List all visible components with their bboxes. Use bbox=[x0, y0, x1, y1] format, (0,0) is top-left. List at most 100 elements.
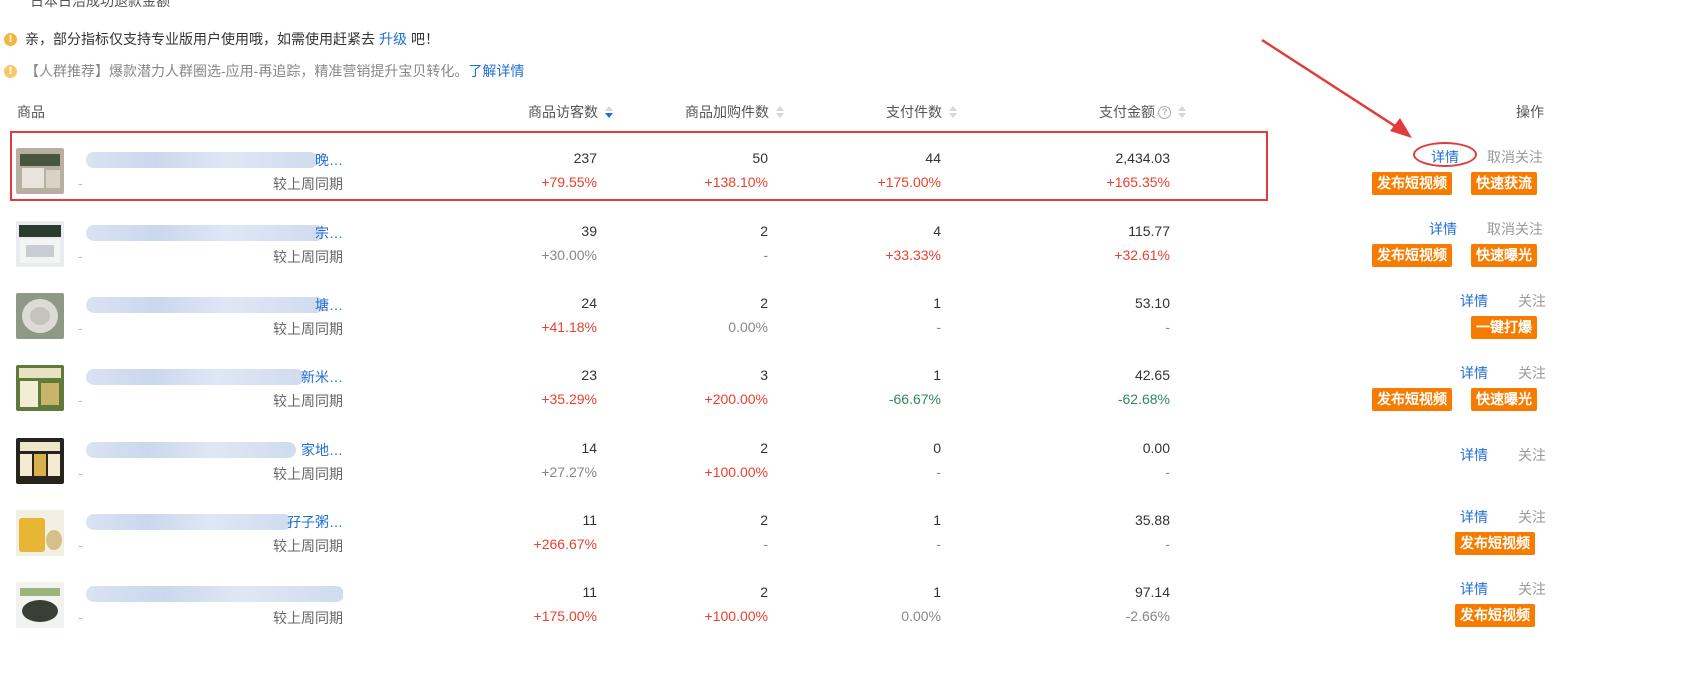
empty-value: - bbox=[78, 320, 83, 336]
section-title-cut: 日本日治成功退款金额 bbox=[30, 0, 170, 9]
upgrade-notice: ! 亲，部分指标仅支持专业版用户使用哦，如需使用赶紧去 升级 吧！ bbox=[4, 29, 439, 49]
paid-amount-change: - bbox=[1165, 464, 1170, 480]
paid-qty-value: 0 bbox=[933, 440, 941, 456]
paid-amount-change: +32.61% bbox=[1114, 247, 1170, 263]
paid-qty-change: +33.33% bbox=[885, 247, 941, 263]
paid-qty-change: 0.00% bbox=[901, 608, 941, 624]
detail-link[interactable]: 详情 bbox=[1460, 363, 1488, 383]
cart-value: 2 bbox=[760, 440, 768, 456]
cart-value: 2 bbox=[760, 295, 768, 311]
help-icon[interactable]: ? bbox=[1158, 105, 1171, 119]
product-thumbnail[interactable] bbox=[16, 438, 64, 484]
table-row: 孖子粥… - 较上周同期 11 +266.67% 2 - 1 - 35.88 -… bbox=[0, 498, 1701, 570]
product-name-link[interactable] bbox=[78, 584, 343, 604]
header-operations: 操作 bbox=[1516, 104, 1544, 120]
product-name-link[interactable]: 宗… bbox=[78, 223, 343, 243]
cart-change: 0.00% bbox=[728, 319, 768, 335]
quick-exposure-button[interactable]: 快速曝光 bbox=[1471, 388, 1537, 411]
publish-video-button[interactable]: 发布短视频 bbox=[1455, 604, 1535, 627]
visitors-value: 14 bbox=[581, 440, 597, 456]
header-cart[interactable]: 商品加购件数 bbox=[620, 103, 784, 121]
follow-link[interactable]: 关注 bbox=[1518, 507, 1546, 527]
table-row: 塘… - 较上周同期 24 +41.18% 2 0.00% 1 - 53.10 … bbox=[0, 281, 1701, 353]
publish-video-button[interactable]: 发布短视频 bbox=[1455, 532, 1535, 555]
detail-link[interactable]: 详情 bbox=[1429, 219, 1457, 239]
compare-label: 较上周同期 bbox=[273, 321, 343, 337]
paid-amount-change: - bbox=[1165, 319, 1170, 335]
publish-video-button[interactable]: 发布短视频 bbox=[1372, 172, 1452, 195]
paid-qty-value: 1 bbox=[933, 584, 941, 600]
follow-link[interactable]: 关注 bbox=[1518, 363, 1546, 383]
paid-qty-value: 1 bbox=[933, 367, 941, 383]
visitors-change: +27.27% bbox=[541, 464, 597, 480]
paid-amount-value: 42.65 bbox=[1134, 367, 1170, 383]
cart-value: 3 bbox=[760, 367, 768, 383]
header-paid-amount-label: 支付金额 bbox=[1099, 104, 1155, 120]
header-product: 商品 bbox=[17, 104, 45, 120]
compare-label: 较上周同期 bbox=[273, 538, 343, 554]
product-name-link[interactable]: 塘… bbox=[78, 295, 343, 315]
upgrade-notice-suffix: 吧！ bbox=[411, 31, 439, 47]
quick-exposure-button[interactable]: 快速曝光 bbox=[1471, 244, 1537, 267]
table-row: 新米… - 较上周同期 23 +35.29% 3 +200.00% 1 -66.… bbox=[0, 353, 1701, 425]
product-thumbnail[interactable] bbox=[16, 221, 64, 267]
product-name-link[interactable]: 家地… bbox=[78, 440, 343, 460]
cart-change: +100.00% bbox=[704, 608, 768, 624]
empty-value: - bbox=[78, 537, 83, 553]
quick-traffic-button[interactable]: 快速获流 bbox=[1471, 172, 1537, 195]
highlight-ellipse bbox=[1413, 142, 1477, 167]
empty-value: - bbox=[78, 392, 83, 408]
header-visitors[interactable]: 商品访客数 bbox=[440, 103, 613, 121]
detail-link[interactable]: 详情 bbox=[1460, 445, 1488, 465]
cart-change: - bbox=[763, 536, 768, 552]
visitors-change: +266.67% bbox=[533, 536, 597, 552]
detail-link[interactable]: 详情 bbox=[1460, 291, 1488, 311]
paid-amount-value: 35.88 bbox=[1134, 512, 1170, 528]
paid-amount-change: - bbox=[1165, 536, 1170, 552]
paid-qty-value: 4 bbox=[933, 223, 941, 239]
empty-value: - bbox=[78, 248, 83, 264]
visitors-value: 23 bbox=[581, 367, 597, 383]
publish-video-button[interactable]: 发布短视频 bbox=[1372, 244, 1452, 267]
paid-amount-value: 53.10 bbox=[1134, 295, 1170, 311]
compare-label: 较上周同期 bbox=[273, 393, 343, 409]
paid-qty-change: - bbox=[936, 319, 941, 335]
unfollow-link[interactable]: 取消关注 bbox=[1487, 219, 1543, 239]
cart-change: +200.00% bbox=[704, 391, 768, 407]
follow-link[interactable]: 关注 bbox=[1518, 445, 1546, 465]
visitors-value: 11 bbox=[582, 584, 597, 600]
header-visitors-label: 商品访客数 bbox=[528, 104, 598, 120]
header-paid-amount[interactable]: 支付金额 ? bbox=[1000, 103, 1186, 121]
product-thumbnail[interactable] bbox=[16, 293, 64, 339]
visitors-value: 11 bbox=[582, 512, 597, 528]
empty-value: - bbox=[78, 465, 83, 481]
learn-more-link[interactable]: 了解详情 bbox=[468, 61, 524, 81]
follow-link[interactable]: 关注 bbox=[1518, 291, 1546, 311]
cart-value: 2 bbox=[760, 584, 768, 600]
paid-qty-value: 1 bbox=[933, 512, 941, 528]
table-row: 家地… - 较上周同期 14 +27.27% 2 +100.00% 0 - 0.… bbox=[0, 426, 1701, 498]
sort-icon[interactable] bbox=[1178, 105, 1186, 119]
one-click-boost-button[interactable]: 一键打爆 bbox=[1471, 316, 1537, 339]
sort-icon[interactable] bbox=[949, 105, 957, 119]
sort-icon[interactable] bbox=[605, 105, 613, 119]
warning-icon: ! bbox=[4, 64, 17, 78]
detail-link[interactable]: 详情 bbox=[1460, 507, 1488, 527]
table-row: 宗… - 较上周同期 39 +30.00% 2 - 4 +33.33% 115.… bbox=[0, 209, 1701, 281]
product-thumbnail[interactable] bbox=[16, 582, 64, 628]
sort-icon[interactable] bbox=[776, 105, 784, 119]
visitors-value: 24 bbox=[581, 295, 597, 311]
publish-video-button[interactable]: 发布短视频 bbox=[1372, 388, 1452, 411]
cart-value: 2 bbox=[760, 512, 768, 528]
detail-link[interactable]: 详情 bbox=[1460, 579, 1488, 599]
header-cart-label: 商品加购件数 bbox=[685, 104, 769, 120]
highlight-box bbox=[10, 131, 1268, 201]
upgrade-link[interactable]: 升级 bbox=[379, 29, 407, 49]
product-thumbnail[interactable] bbox=[16, 510, 64, 556]
header-paid-qty[interactable]: 支付件数 bbox=[790, 103, 957, 121]
product-name-link[interactable]: 孖子粥… bbox=[78, 512, 343, 532]
unfollow-link[interactable]: 取消关注 bbox=[1487, 147, 1543, 167]
product-thumbnail[interactable] bbox=[16, 365, 64, 411]
product-name-link[interactable]: 新米… bbox=[78, 367, 343, 387]
follow-link[interactable]: 关注 bbox=[1518, 579, 1546, 599]
